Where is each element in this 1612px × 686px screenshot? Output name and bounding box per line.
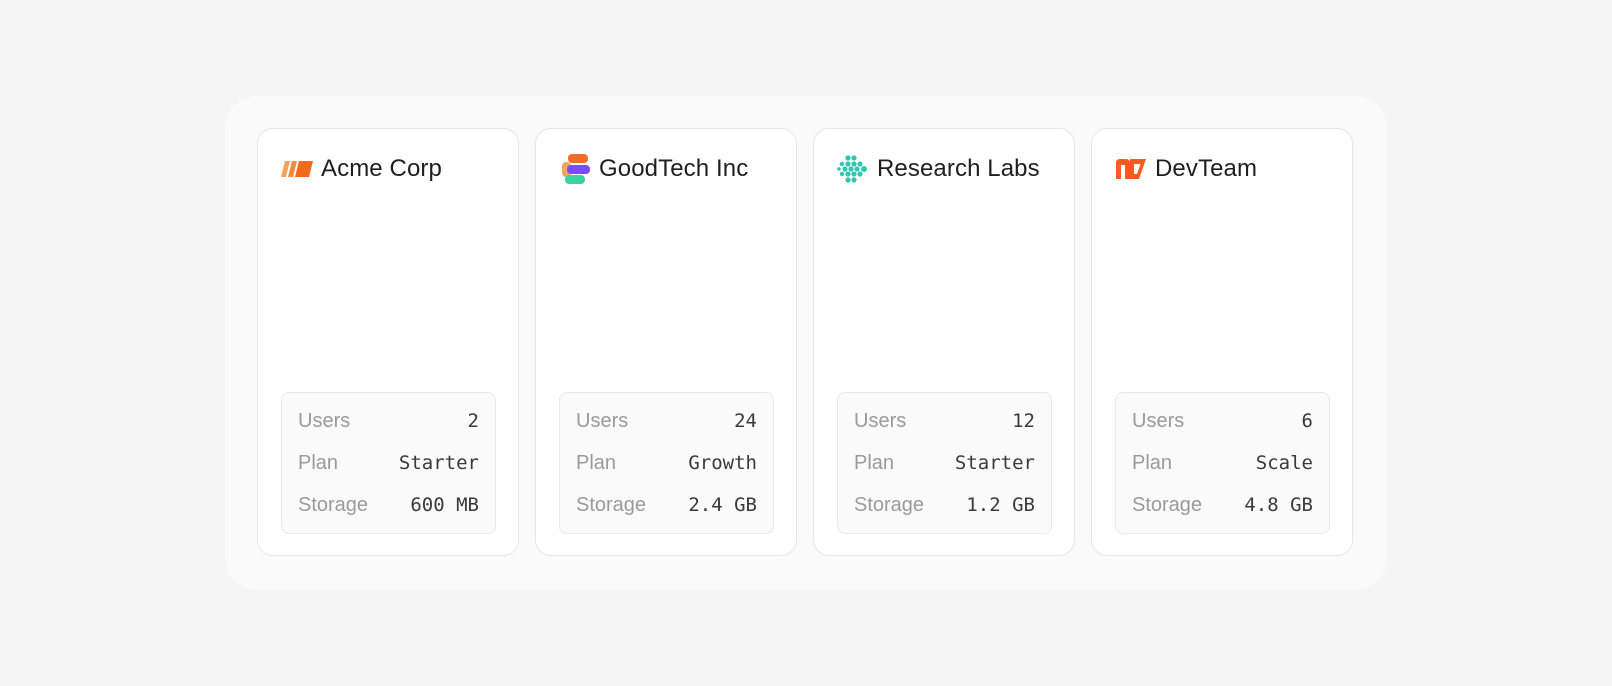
stat-row-storage: Storage 2.4 GB [576,491,757,519]
stat-row-storage: Storage 1.2 GB [854,491,1035,519]
stat-row-plan: Plan Starter [298,449,479,477]
stat-label: Storage [1132,493,1203,516]
organization-stats: Users 12 Plan Starter Storage 1.2 GB [837,392,1052,534]
stat-value: 2.4 GB [688,494,757,516]
stat-value: Growth [688,452,757,474]
stat-value: 24 [734,410,757,432]
stat-value: 2 [467,410,479,432]
stat-label: Users [576,409,629,432]
organization-card-research-labs[interactable]: Research Labs Users 12 Plan Starter Stor… [813,128,1075,556]
organizations-panel: Acme Corp Users 2 Plan Starter Storage 6… [225,96,1387,590]
stat-row-users: Users 12 [854,407,1035,435]
stat-value: 600 MB [410,494,479,516]
stat-row-plan: Plan Scale [1132,449,1313,477]
stat-row-storage: Storage 600 MB [298,491,479,519]
stat-label: Plan [854,451,895,474]
stat-row-plan: Plan Growth [576,449,757,477]
stat-value: 4.8 GB [1244,494,1313,516]
organization-name: Research Labs [877,155,1040,182]
organization-stats: Users 2 Plan Starter Storage 600 MB [281,392,496,534]
stat-value: Scale [1255,452,1313,474]
stat-value: 12 [1012,410,1035,432]
card-header: GoodTech Inc [559,151,748,187]
organization-card-devteam[interactable]: DevTeam Users 6 Plan Scale Storage 4.8 G… [1091,128,1353,556]
card-header: Research Labs [837,151,1040,187]
card-header: Acme Corp [281,151,442,187]
stat-row-users: Users 24 [576,407,757,435]
organization-card-goodtech-inc[interactable]: GoodTech Inc Users 24 Plan Growth Storag… [535,128,797,556]
stat-row-storage: Storage 4.8 GB [1132,491,1313,519]
stat-label: Storage [576,493,647,516]
stat-label: Users [298,409,351,432]
stat-value: 1.2 GB [966,494,1035,516]
card-header: DevTeam [1115,151,1257,187]
organization-card-list: Acme Corp Users 2 Plan Starter Storage 6… [257,128,1353,556]
stat-row-users: Users 2 [298,407,479,435]
stat-label: Storage [854,493,925,516]
stat-label: Users [854,409,907,432]
goodtech-s-icon [559,153,591,185]
organization-name: DevTeam [1155,155,1258,182]
organization-name: Acme Corp [321,155,442,182]
stat-label: Plan [1132,451,1173,474]
stat-row-plan: Plan Starter [854,449,1035,477]
stat-label: Plan [576,451,617,474]
organization-card-acme-corp[interactable]: Acme Corp Users 2 Plan Starter Storage 6… [257,128,519,556]
stat-value: Starter [954,452,1035,474]
organization-name: GoodTech Inc [599,155,749,182]
acme-stripes-icon [281,153,313,185]
stat-value: Starter [398,452,479,474]
stat-value: 6 [1301,410,1313,432]
organization-stats: Users 24 Plan Growth Storage 2.4 GB [559,392,774,534]
stat-row-users: Users 6 [1132,407,1313,435]
stat-label: Plan [298,451,339,474]
organization-stats: Users 6 Plan Scale Storage 4.8 GB [1115,392,1330,534]
research-dots-icon [837,153,869,185]
stat-label: Users [1132,409,1185,432]
devteam-mark-icon [1115,153,1147,185]
stat-label: Storage [298,493,369,516]
